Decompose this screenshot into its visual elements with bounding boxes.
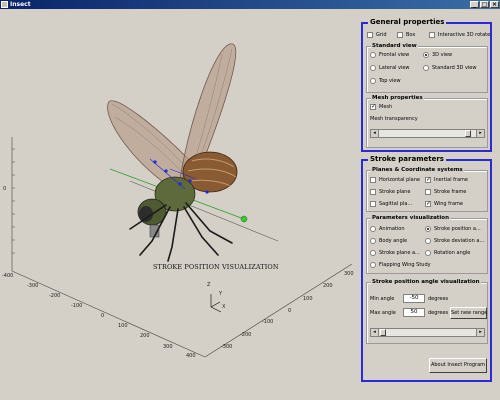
inertial-frame-checkbox[interactable]: ✓ Inertial frame	[425, 177, 468, 183]
frontal-view-radio[interactable]: Frontal view	[370, 52, 409, 58]
slider-thumb[interactable]	[465, 130, 471, 137]
y-tick-label: 200	[323, 283, 333, 289]
planes-frame: Planes & Coordinate systems Horizontal p…	[366, 166, 488, 212]
parameters-visualization-frame: Parameters visualization Animation Strok…	[366, 214, 488, 274]
y-tick-label: -300	[221, 344, 233, 350]
mesh-transparency-label: Mesh transparency	[370, 116, 418, 122]
slider-left-arrow-icon[interactable]: ◂	[371, 130, 379, 137]
mesh-transparency-slider[interactable]: ◂ ▸	[370, 129, 485, 138]
min-angle-label: Min angle	[370, 296, 395, 302]
close-icon[interactable]: ×	[490, 1, 499, 8]
wing-frame-checkbox[interactable]: ✓ Wing frame	[425, 201, 463, 207]
plot-svg	[11, 43, 353, 358]
window-title: Insect	[10, 1, 31, 8]
stroke-position-radio[interactable]: Stroke position a...	[425, 226, 481, 232]
plot-canvas[interactable]: STROKE POSITION VISUALIZATION 0 -400 -30…	[0, 9, 360, 400]
stroke-parameters-title: Stroke parameters	[368, 155, 446, 164]
standard-3d-view-radio[interactable]: Standard 3D view	[423, 65, 476, 71]
x-tick-label: -300	[27, 283, 39, 289]
parameters-visualization-title: Parameters visualization	[371, 214, 451, 222]
x-tick-label: 0	[101, 313, 105, 319]
standard-view-title: Standard view	[371, 42, 418, 50]
stroke-parameters-panel: Stroke parameters Planes & Coordinate sy…	[361, 155, 492, 382]
stroke-deviation-radio[interactable]: Stroke deviation a...	[425, 238, 484, 244]
slider-right-arrow-icon[interactable]: ▸	[476, 329, 484, 336]
general-properties-title: General properties	[368, 18, 447, 27]
minimize-icon[interactable]: _	[470, 1, 479, 8]
lateral-view-radio[interactable]: Lateral view	[370, 65, 410, 71]
general-properties-panel: General properties Grid Box Interactive …	[361, 18, 492, 152]
y-tick-label: -100	[262, 319, 274, 325]
top-view-radio[interactable]: Top view	[370, 78, 401, 84]
compound-eye	[139, 206, 153, 222]
set-new-range-button[interactable]: Set new range	[450, 307, 487, 319]
wing-tip-marker	[240, 215, 248, 223]
flapping-wing-radio[interactable]: Flapping Wing Study	[370, 262, 431, 268]
slider-right-arrow-icon[interactable]: ▸	[476, 130, 484, 137]
body-angle-radio[interactable]: Body angle	[370, 238, 407, 244]
axis-label-y: Y	[219, 291, 223, 297]
horizontal-plane-checkbox[interactable]: Horizontal plane	[370, 177, 420, 183]
angle-visualization-frame: Stroke position angle visualization Min …	[366, 278, 488, 344]
stroke-plane-checkbox[interactable]: Stroke plane	[370, 189, 410, 195]
z-tick-label: 0	[3, 186, 7, 192]
max-angle-input[interactable]: 50	[403, 308, 425, 317]
y-tick-label: 0	[288, 308, 292, 314]
angle-slider[interactable]: ◂ ▸	[370, 328, 485, 337]
axis-label-z: Z	[207, 282, 211, 288]
y-tick-label: 300	[344, 271, 354, 277]
min-angle-unit: degrees	[428, 296, 449, 302]
max-angle-label: Max angle	[370, 310, 396, 316]
max-angle-unit: degrees	[428, 310, 449, 316]
box-check-box[interactable]	[397, 32, 403, 38]
title-bar: Insect _ □ ×	[0, 0, 500, 9]
grid-check-box[interactable]	[367, 32, 373, 38]
x-tick-label: 300	[163, 344, 173, 350]
rotate-checkbox[interactable]: Interactive 3D rotate	[429, 32, 490, 38]
maximize-icon[interactable]: □	[480, 1, 489, 8]
mesh-checkbox[interactable]: ✓ Mesh	[370, 104, 392, 110]
x-tick-label: 200	[140, 333, 150, 339]
mesh-properties-frame: Mesh properties ✓ Mesh Mesh transparency …	[366, 94, 488, 148]
x-tick-label: -200	[49, 293, 61, 299]
standard-view-frame: Standard view Frontal view 3D view Later…	[366, 42, 488, 93]
y-tick-label: 100	[303, 296, 313, 302]
3d-view-radio[interactable]: 3D view	[423, 52, 452, 58]
x-tick-label: 400	[186, 353, 196, 359]
axis-label-x: X	[222, 304, 226, 310]
plot-title: STROKE POSITION VISUALIZATION	[153, 263, 279, 271]
stroke-frame-checkbox[interactable]: Stroke frame	[425, 189, 466, 195]
about-insect-program-button[interactable]: About Insect Program	[429, 358, 487, 373]
x-tick-label: -100	[71, 303, 83, 309]
angle-visualization-title: Stroke position angle visualization	[371, 278, 481, 286]
app-icon	[1, 1, 8, 8]
slider-left-arrow-icon[interactable]: ◂	[371, 329, 379, 336]
mesh-properties-title: Mesh properties	[371, 94, 424, 102]
rotate-check-box[interactable]	[429, 32, 435, 38]
animation-radio[interactable]: Animation	[370, 226, 405, 232]
x-tick-label: 100	[118, 323, 128, 329]
min-angle-input[interactable]: -50	[403, 294, 425, 303]
mesh-check-box[interactable]: ✓	[370, 104, 376, 110]
x-tick-label: -400	[2, 273, 14, 279]
box-checkbox[interactable]: Box	[397, 32, 415, 38]
x-axis-line	[11, 270, 206, 358]
sagittal-plane-checkbox[interactable]: Sagittal pla...	[370, 201, 412, 207]
planes-title: Planes & Coordinate systems	[371, 166, 464, 174]
slider-thumb[interactable]	[380, 329, 386, 336]
stroke-plane-angle-radio[interactable]: Stroke plane a...	[370, 250, 420, 256]
rotation-angle-radio[interactable]: Rotation angle	[425, 250, 470, 256]
grid-checkbox[interactable]: Grid	[367, 32, 387, 38]
y-tick-label: -200	[240, 332, 252, 338]
